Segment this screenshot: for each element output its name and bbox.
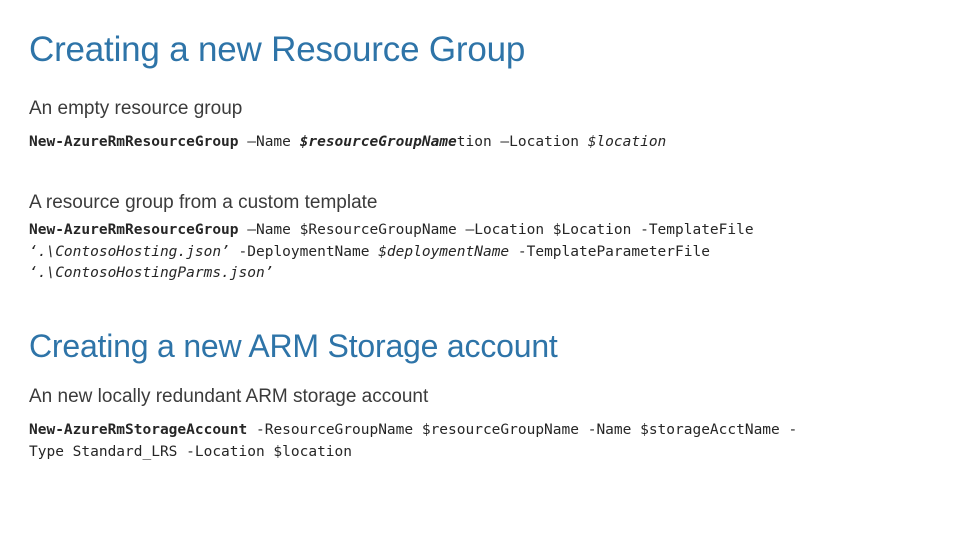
code-block-storage-account: New-AzureRmStorageAccount -ResourceGroup… (29, 420, 934, 463)
code-line: Type Standard_LRS -Location $location (29, 442, 934, 464)
code-run: $resourceGroupName (299, 134, 457, 150)
sub-heading-locally-redundant-storage: An new locally redundant ARM storage acc… (29, 386, 429, 407)
code-run: ‘.\ContosoHostingParms.json’ (29, 265, 274, 281)
code-run: -DeploymentName (229, 243, 379, 260)
code-run: -TemplateParameterFile (509, 243, 710, 260)
code-run: -ResourceGroupName $resourceGroupName -N… (247, 422, 798, 438)
code-line: ‘.\ContosoHosting.json’ -DeploymentName … (29, 242, 934, 264)
code-run: –Name (238, 134, 300, 150)
code-run: $deploymentName (378, 243, 510, 260)
code-line: ‘.\ContosoHostingParms.json’ (29, 263, 934, 285)
sub-heading-custom-template: A resource group from a custom template (29, 192, 378, 213)
code-run: $location (587, 134, 667, 150)
code-run: New-AzureRmResourceGroup (29, 134, 239, 150)
code-run: ‘.\ContosoHosting.json’ (29, 243, 230, 260)
code-run: New-AzureRmStorageAccount (29, 422, 248, 438)
code-block-custom-template: New-AzureRmResourceGroup –Name $Resource… (29, 220, 934, 285)
code-run: New-AzureRmResourceGroup (29, 222, 239, 238)
code-run: tion (456, 134, 492, 150)
slide-canvas: Creating a new Resource Group An empty r… (0, 0, 960, 540)
code-line: New-AzureRmResourceGroup –Name $Resource… (29, 220, 934, 242)
code-line: New-AzureRmStorageAccount -ResourceGroup… (29, 420, 934, 442)
section-title-resource-group: Creating a new Resource Group (29, 30, 526, 69)
code-run: –Location (491, 134, 588, 150)
sub-heading-empty-resource-group: An empty resource group (29, 98, 243, 119)
code-block-empty-resource-group: New-AzureRmResourceGroup –Name $resource… (29, 132, 934, 154)
code-run: Type Standard_LRS -Location $location (29, 443, 353, 460)
code-line: New-AzureRmResourceGroup –Name $resource… (29, 132, 934, 154)
code-run: –Name $ResourceGroupName –Location $Loca… (238, 222, 754, 238)
section-title-arm-storage-account: Creating a new ARM Storage account (29, 328, 558, 364)
